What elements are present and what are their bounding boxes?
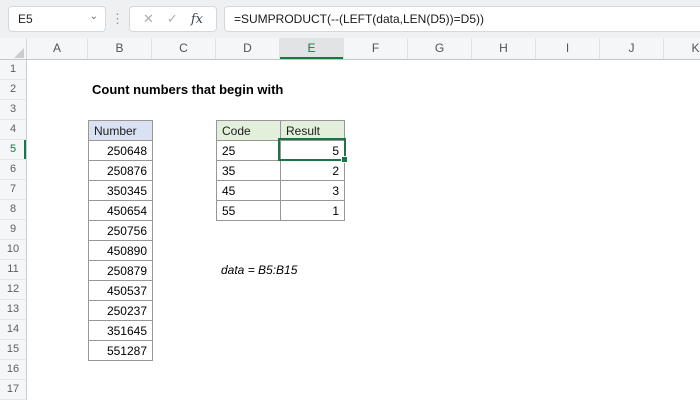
row-header-9[interactable]: 9 — [0, 220, 26, 240]
number-cell[interactable]: 250237 — [88, 300, 153, 321]
enter-icon[interactable]: ✓ — [167, 11, 178, 27]
column-header-B[interactable]: B — [88, 38, 152, 59]
number-header-cell[interactable]: Number — [88, 120, 153, 141]
column-header-A[interactable]: A — [27, 38, 88, 59]
column-header-H[interactable]: H — [472, 38, 536, 59]
result-header-cell[interactable]: Result — [280, 120, 345, 141]
row-header-7[interactable]: 7 — [0, 180, 26, 200]
column-header-I[interactable]: I — [536, 38, 600, 59]
row-header-2[interactable]: 2 — [0, 80, 26, 100]
column-headers: ABCDEFGHIJK — [27, 38, 700, 59]
number-cell[interactable]: 350345 — [88, 180, 153, 201]
cell-title[interactable]: Count numbers that begin with — [92, 80, 283, 100]
number-cell[interactable]: 250876 — [88, 160, 153, 181]
sheet-grid: 1 2 3 4 5 6 7 8 9 10 11 12 13 14 15 16 17 Count numbers … — [0, 60, 700, 400]
column-header-J[interactable]: J — [600, 38, 664, 59]
row-header-1[interactable]: 1 — [0, 60, 26, 80]
code-header-cell[interactable]: Code — [216, 120, 281, 141]
code-cell[interactable]: 25 — [216, 140, 281, 161]
column-header-F[interactable]: F — [344, 38, 408, 59]
code-result-table: Code Result 25 5 35 2 45 3 55 1 — [216, 120, 345, 221]
column-header-E[interactable]: E — [280, 38, 344, 59]
row-header-14[interactable]: 14 — [0, 320, 26, 340]
fill-handle[interactable] — [341, 156, 348, 163]
cell-note[interactable]: data = B5:B15 — [221, 260, 297, 280]
row-header-6[interactable]: 6 — [0, 160, 26, 180]
select-all-triangle-icon — [14, 48, 24, 58]
cancel-icon[interactable]: ✕ — [143, 11, 154, 27]
column-header-C[interactable]: C — [152, 38, 216, 59]
code-cell[interactable]: 45 — [216, 180, 281, 201]
formula-bar: E5 ⌄ ⋮ ✕ ✓ fx =SUMPRODUCT(--(LEFT(data,L… — [0, 0, 700, 38]
code-cell[interactable]: 35 — [216, 160, 281, 181]
result-cell[interactable]: 2 — [280, 160, 345, 181]
number-cell[interactable]: 250879 — [88, 260, 153, 281]
name-box-value: E5 — [18, 12, 33, 26]
column-header-D[interactable]: D — [216, 38, 280, 59]
formula-buttons: ✕ ✓ fx — [129, 6, 217, 32]
result-cell[interactable]: 1 — [280, 200, 345, 221]
result-cell[interactable]: 3 — [280, 180, 345, 201]
formula-input[interactable]: =SUMPRODUCT(--(LEFT(data,LEN(D5))=D5)) — [223, 6, 700, 32]
row-header-4[interactable]: 4 — [0, 120, 26, 140]
row-header-11[interactable]: 11 — [0, 260, 26, 280]
number-cell[interactable]: 351645 — [88, 320, 153, 341]
row-header-17[interactable]: 17 — [0, 380, 26, 400]
row-header-5[interactable]: 5 — [0, 140, 26, 160]
number-cell[interactable]: 450537 — [88, 280, 153, 301]
row-header-16[interactable]: 16 — [0, 360, 26, 380]
column-header-K[interactable]: K — [664, 38, 700, 59]
number-cell[interactable]: 250756 — [88, 220, 153, 241]
row-header-12[interactable]: 12 — [0, 280, 26, 300]
number-cell[interactable]: 551287 — [88, 340, 153, 361]
insert-function-icon[interactable]: fx — [191, 12, 203, 27]
row-header-8[interactable]: 8 — [0, 200, 26, 220]
number-cell[interactable]: 450890 — [88, 240, 153, 261]
name-box[interactable]: E5 ⌄ — [8, 6, 106, 32]
number-cell[interactable]: 450654 — [88, 200, 153, 221]
formula-text: =SUMPRODUCT(--(LEFT(data,LEN(D5))=D5)) — [233, 12, 484, 26]
row-header-13[interactable]: 13 — [0, 300, 26, 320]
number-cell[interactable]: 250648 — [88, 140, 153, 161]
row-header-15[interactable]: 15 — [0, 340, 26, 360]
number-table: Number 250648 250876 350345 450654 250756 4508… — [88, 120, 153, 361]
column-header-G[interactable]: G — [408, 38, 472, 59]
result-cell[interactable]: 5 — [280, 140, 345, 161]
row-header-10[interactable]: 10 — [0, 240, 26, 260]
column-header-row: ABCDEFGHIJK — [0, 38, 700, 60]
code-cell[interactable]: 55 — [216, 200, 281, 221]
select-all-button[interactable] — [0, 38, 27, 59]
chevron-down-icon[interactable]: ⌄ — [90, 12, 98, 22]
row-headers: 1 2 3 4 5 6 7 8 9 10 11 12 13 14 15 16 17 — [0, 60, 27, 400]
more-options-icon: ⋮ — [111, 11, 124, 26]
row-header-3[interactable]: 3 — [0, 100, 26, 120]
